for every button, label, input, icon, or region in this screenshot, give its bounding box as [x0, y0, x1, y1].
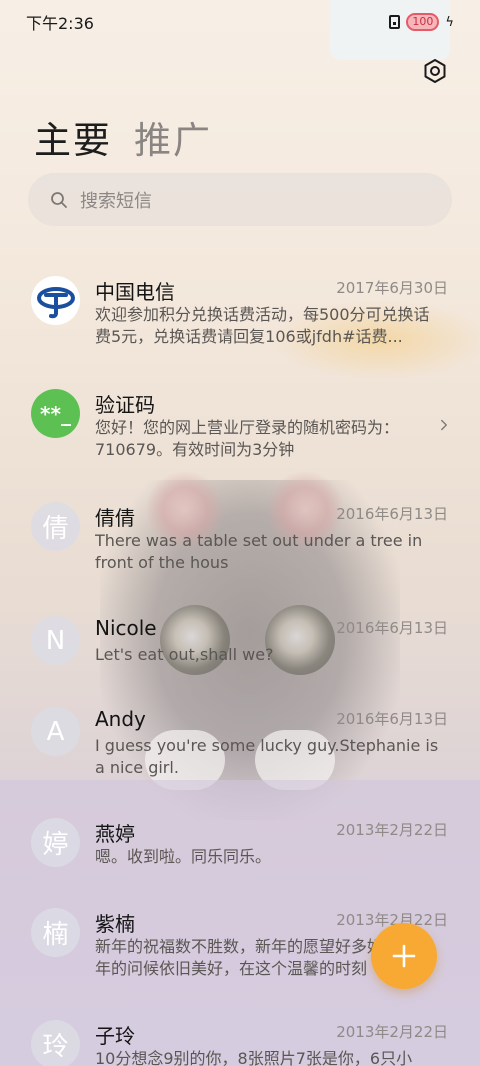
- avatar: **_: [31, 389, 80, 438]
- message-preview: 10分想念9别的你，8张照片7张是你，6只小: [95, 1049, 413, 1066]
- avatar: N: [31, 616, 80, 665]
- search-placeholder: 搜索短信: [80, 190, 152, 212]
- avatar: 楠: [31, 908, 80, 957]
- avatar: 婷: [31, 818, 80, 867]
- tab-promotions[interactable]: 推广: [134, 110, 212, 164]
- message-item[interactable]: 玲 子玲 2013年2月22日 10分想念9别的你，8张照片7张是你，6只小: [0, 1006, 480, 1066]
- china-telecom-logo-icon: [36, 286, 75, 318]
- settings-button[interactable]: [420, 56, 450, 86]
- search-bar[interactable]: 搜索短信: [28, 173, 452, 226]
- message-preview: Let's eat out,shall we?: [95, 645, 274, 664]
- avatar: [31, 276, 80, 325]
- settings-icon: [424, 59, 446, 83]
- message-preview: 嗯。收到啦。同乐同乐。: [95, 847, 272, 866]
- message-item[interactable]: 中国电信 2017年6月30日 欢迎参加积分兑换话费活动，每500分可兑换话费5…: [0, 262, 480, 362]
- message-date: 2016年6月13日: [336, 710, 448, 728]
- sim-icon: [389, 15, 401, 29]
- message-item[interactable]: 婷 燕婷 2013年2月22日 嗯。收到啦。同乐同乐。: [0, 804, 480, 904]
- tab-primary[interactable]: 主要: [34, 110, 112, 164]
- avatar: 玲: [31, 1020, 80, 1066]
- contact-name: 中国电信: [95, 280, 175, 304]
- message-date: 2016年6月13日: [336, 505, 448, 523]
- contact-name: 紫楠: [95, 912, 135, 936]
- status-icons: 100 ϟ: [389, 13, 454, 31]
- message-preview: 您好！您的网上营业厅登录的随机密码为：710679。有效时间为3分钟: [95, 418, 400, 459]
- tab-bar: 主要 推广: [34, 110, 212, 164]
- contact-name: Andy: [95, 707, 146, 731]
- message-item[interactable]: **_ 验证码 您好！您的网上营业厅登录的随机密码为：710679。有效时间为3…: [0, 375, 480, 475]
- contact-name: 子玲: [95, 1024, 135, 1048]
- contact-name: 验证码: [95, 393, 155, 417]
- battery-icon: 100: [406, 13, 440, 31]
- message-item[interactable]: 倩 倩倩 2016年6月13日 There was a table set ou…: [0, 488, 480, 588]
- search-icon: [51, 191, 67, 208]
- message-date: 2016年6月13日: [336, 619, 448, 637]
- message-preview: There was a table set out under a tree i…: [95, 531, 423, 572]
- chevron-right-icon[interactable]: [438, 419, 450, 431]
- message-item[interactable]: N Nicole 2016年6月13日 Let's eat out,shall …: [0, 602, 480, 702]
- message-date: 2013年2月22日: [336, 821, 448, 839]
- charging-icon: ϟ: [445, 14, 454, 30]
- compose-button[interactable]: [371, 923, 437, 989]
- message-preview: 欢迎参加积分兑换话费活动，每500分可兑换话费5元，兑换话费请回复106或jfd…: [95, 305, 430, 346]
- contact-name: 倩倩: [95, 506, 135, 530]
- message-date: 2013年2月22日: [336, 1023, 448, 1041]
- status-bar: 下午2:36 100 ϟ: [0, 0, 480, 44]
- message-preview: I guess you're some lucky guy.Stephanie …: [95, 736, 439, 777]
- avatar: 倩: [31, 502, 80, 551]
- message-item[interactable]: A Andy 2016年6月13日 I guess you're some lu…: [0, 693, 480, 793]
- contact-name: Nicole: [95, 616, 157, 640]
- contact-name: 燕婷: [95, 822, 135, 846]
- plus-icon: [392, 944, 416, 968]
- status-time: 下午2:36: [26, 14, 94, 33]
- message-date: 2017年6月30日: [336, 279, 448, 297]
- avatar: A: [31, 707, 80, 756]
